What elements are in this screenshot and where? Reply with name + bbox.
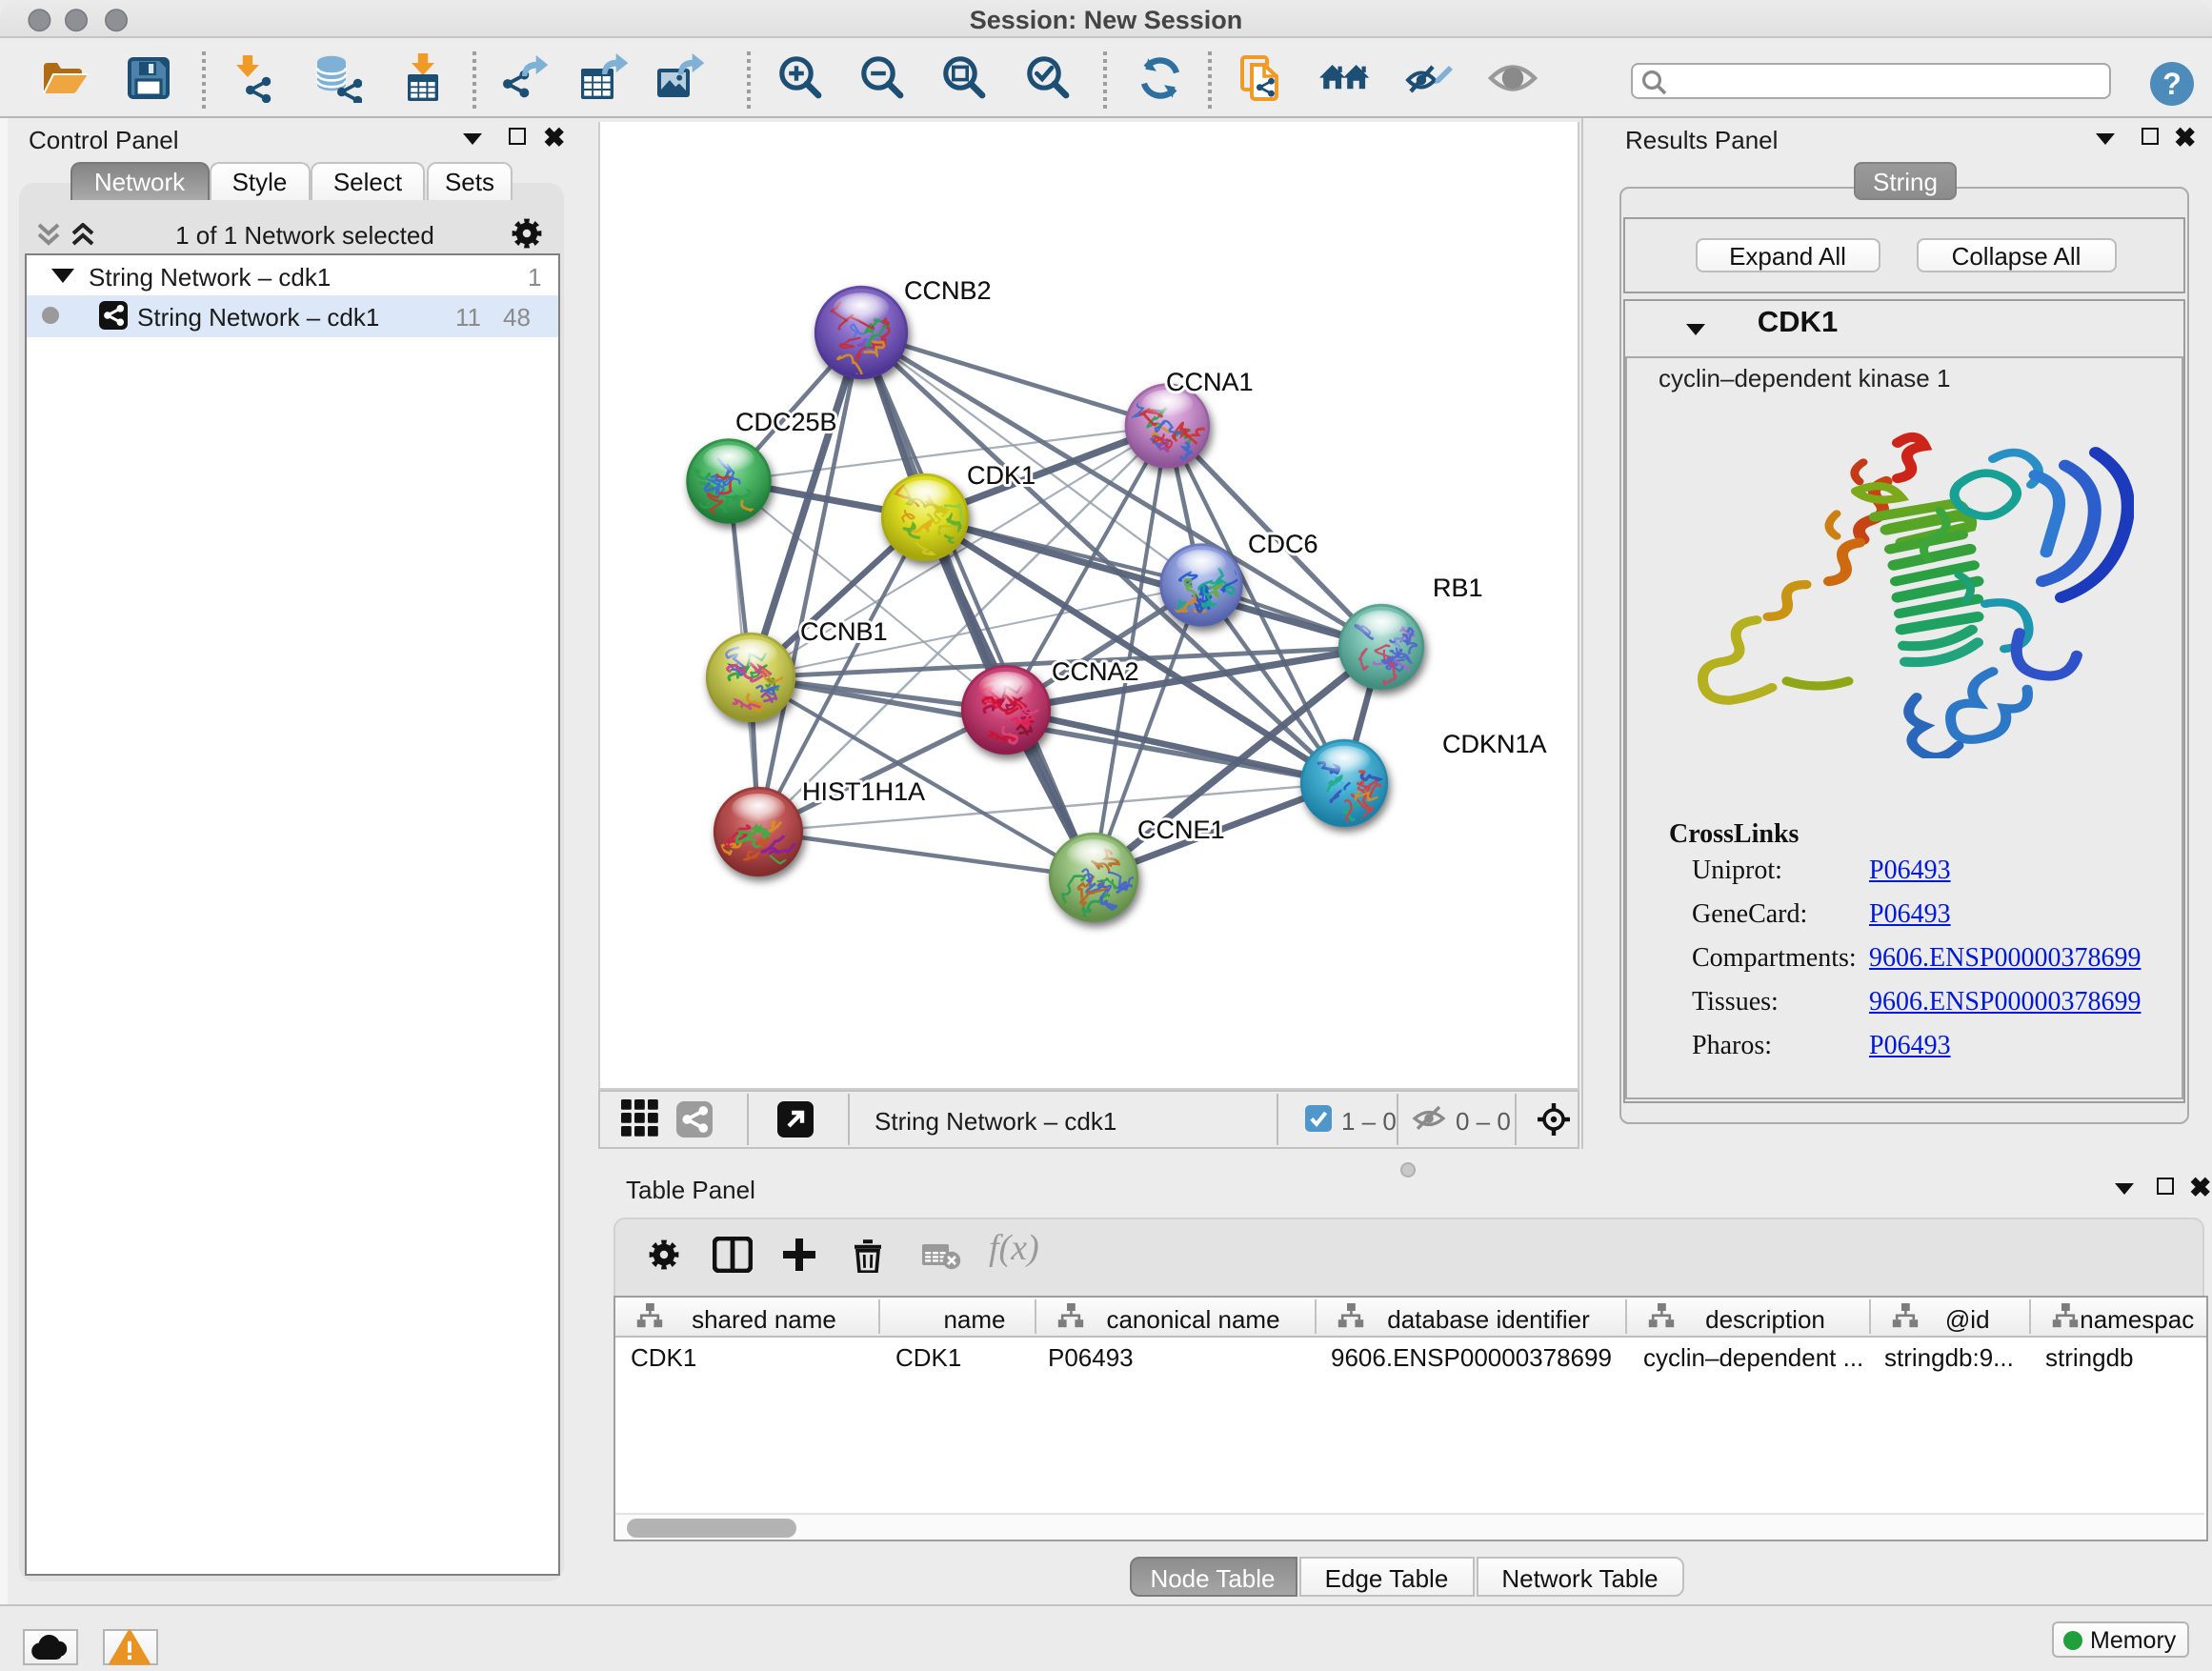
svg-text:CCNB1: CCNB1 (800, 617, 888, 646)
svg-text:?: ? (2162, 67, 2182, 101)
svg-text:HIST1H1A: HIST1H1A (802, 777, 925, 806)
svg-text:CDC6: CDC6 (1248, 530, 1318, 558)
svg-text:CDKN1A: CDKN1A (1442, 730, 1547, 758)
svg-text:CDC25B: CDC25B (735, 408, 837, 436)
svg-text:CCNB2: CCNB2 (904, 276, 992, 305)
svg-text:CDK1: CDK1 (967, 461, 1036, 490)
svg-text:CCNA1: CCNA1 (1166, 368, 1254, 396)
svg-text:CCNE1: CCNE1 (1137, 815, 1225, 844)
svg-text:CCNA2: CCNA2 (1052, 657, 1139, 686)
svg-text:RB1: RB1 (1433, 574, 1483, 602)
